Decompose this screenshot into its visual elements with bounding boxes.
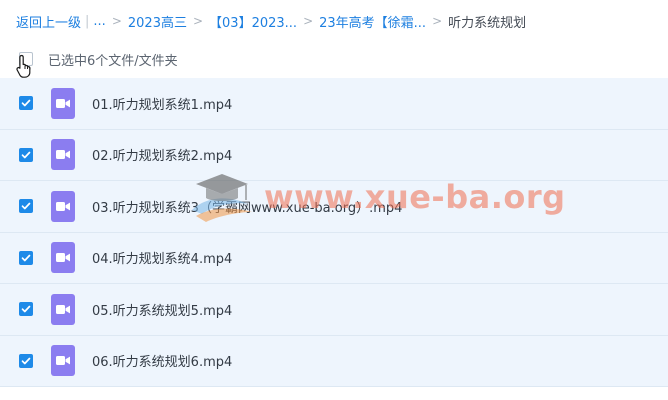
breadcrumb-back-link[interactable]: 返回上一级	[16, 12, 81, 31]
selection-bar: 已选中6个文件/文件夹	[0, 46, 668, 72]
check-icon	[21, 305, 31, 313]
breadcrumb-chevron-icon: >	[432, 14, 443, 28]
selection-count-text: 已选中6个文件/文件夹	[48, 53, 178, 69]
breadcrumb-item-03[interactable]: 【03】2023...	[209, 12, 297, 31]
file-checkbox[interactable]	[19, 302, 33, 317]
breadcrumb-item-course[interactable]: 23年高考【徐霜...	[319, 12, 426, 31]
file-row[interactable]: 06.听力系统规划6.mp4	[0, 335, 668, 387]
video-file-icon	[51, 87, 75, 119]
file-checkbox[interactable]	[19, 353, 33, 368]
video-file-icon	[51, 293, 75, 325]
file-checkbox[interactable]	[19, 250, 33, 265]
file-checkbox[interactable]	[19, 147, 33, 162]
breadcrumb-ellipsis-link[interactable]: ...	[93, 14, 105, 29]
file-name: 05.听力系统规划5.mp4	[92, 303, 233, 319]
file-checkbox[interactable]	[19, 96, 33, 111]
breadcrumb-divider: |	[85, 13, 90, 29]
breadcrumb: 返回上一级 | ... > 2023高三 > 【03】2023... > 23年…	[16, 11, 526, 31]
video-file-icon	[51, 345, 75, 377]
hand-pointer-icon	[16, 54, 31, 78]
video-file-icon	[51, 242, 75, 274]
file-row[interactable]: 02.听力规划系统2.mp4	[0, 129, 668, 181]
video-file-icon	[51, 190, 75, 222]
breadcrumb-chevron-icon: >	[111, 14, 122, 28]
file-name: 01.听力规划系统1.mp4	[92, 97, 233, 113]
breadcrumb-chevron-icon: >	[192, 14, 204, 28]
file-name: 06.听力系统规划6.mp4	[92, 355, 233, 371]
file-list: 01.听力规划系统1.mp4 02.听力规划系统2.mp4 03.听力规划系统3…	[0, 78, 668, 387]
file-name: 04.听力规划系统4.mp4	[92, 252, 233, 268]
file-row[interactable]: 01.听力规划系统1.mp4	[0, 78, 668, 130]
file-checkbox[interactable]	[19, 199, 33, 214]
file-name: 02.听力规划系统2.mp4	[92, 149, 233, 165]
breadcrumb-item-2023[interactable]: 2023高三	[128, 12, 187, 31]
file-name: 03.听力规划系统3（学霸网www.xue-ba.org）.mp4	[92, 200, 403, 216]
breadcrumb-chevron-icon: >	[303, 14, 314, 28]
file-row[interactable]: 03.听力规划系统3（学霸网www.xue-ba.org）.mp4	[0, 181, 668, 233]
check-icon	[21, 254, 31, 262]
check-icon	[21, 99, 31, 107]
check-icon	[21, 357, 31, 365]
check-icon	[21, 202, 31, 210]
file-row[interactable]: 05.听力系统规划5.mp4	[0, 284, 668, 336]
file-row[interactable]: 04.听力规划系统4.mp4	[0, 232, 668, 284]
breadcrumb-current: 听力系统规划	[448, 15, 527, 31]
video-file-icon	[51, 139, 75, 171]
check-icon	[21, 151, 31, 159]
